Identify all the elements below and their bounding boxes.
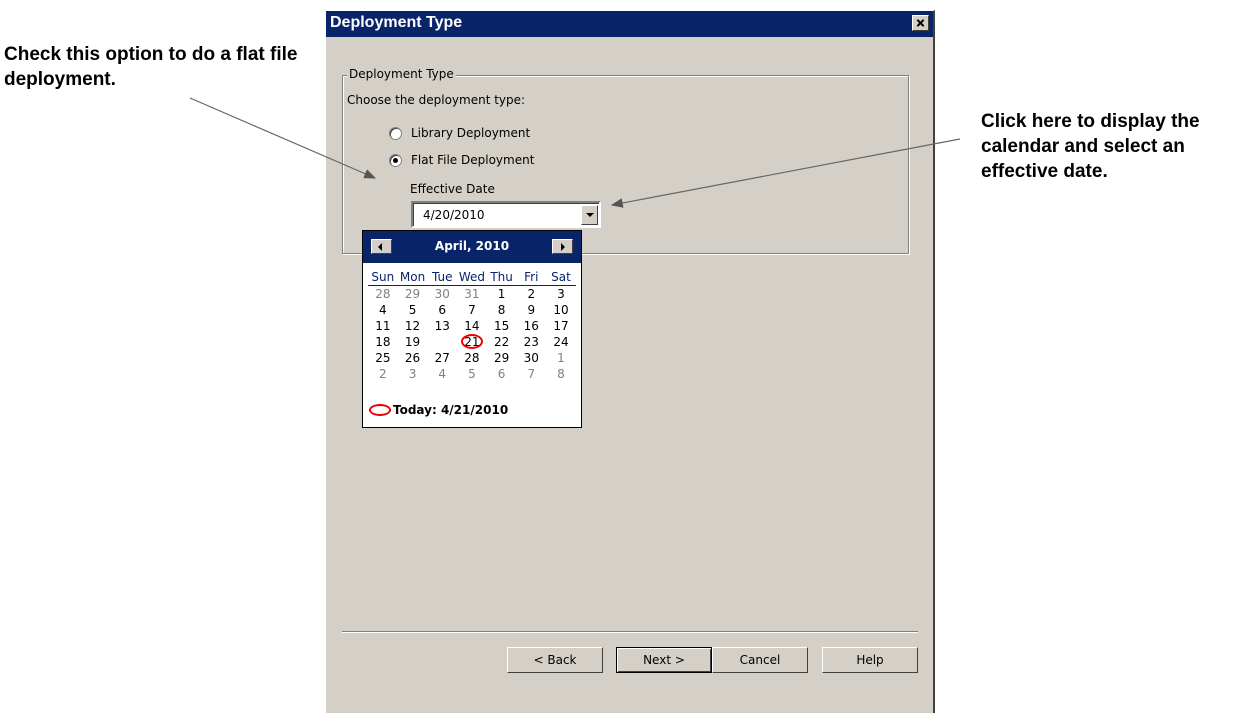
calendar-day[interactable]: 29: [398, 287, 428, 301]
weekday-label: Tue: [431, 270, 453, 284]
calendar-day[interactable]: 16: [516, 319, 546, 333]
calendar-day[interactable]: 19: [398, 335, 428, 349]
calendar-day[interactable]: 4: [368, 303, 398, 317]
weekday-label: Fri: [524, 270, 539, 284]
today-link[interactable]: Today: 4/21/2010: [369, 403, 508, 417]
calendar-week-row: 25 26 27 28 29 30 1: [368, 350, 576, 366]
calendar-day[interactable]: 1: [546, 351, 576, 365]
calendar-day[interactable]: 14: [457, 319, 487, 333]
calendar-day[interactable]: 3: [546, 287, 576, 301]
calendar-week-row: 2345678: [368, 366, 576, 382]
weekday-header-row: Sun Mon Tue Wed Thu Fri Sat: [368, 269, 576, 286]
calendar-day[interactable]: 15: [487, 319, 517, 333]
deployment-type-dialog: Deployment Type Deployment Type Choose t…: [325, 10, 935, 713]
weekday-label: Sun: [371, 270, 395, 284]
effective-date-value[interactable]: 4/20/2010: [423, 208, 485, 222]
calendar-day[interactable]: 25: [368, 351, 398, 365]
weekday-label: Wed: [458, 270, 485, 284]
weekday-label: Thu: [490, 270, 513, 284]
title-bar: Deployment Type: [326, 11, 933, 37]
dialog-title: Deployment Type: [330, 14, 463, 31]
today-label: Today: 4/21/2010: [393, 403, 509, 417]
today-circle-icon: [369, 404, 391, 416]
calendar-day[interactable]: 23: [516, 335, 546, 349]
calendar-day[interactable]: 11: [368, 319, 398, 333]
calendar-day[interactable]: 5: [457, 367, 487, 381]
effective-date-picker[interactable]: 4/20/2010: [411, 201, 601, 228]
calendar-day[interactable]: 1: [487, 287, 517, 301]
calendar-day[interactable]: 9: [516, 303, 546, 317]
chevron-down-icon[interactable]: [581, 205, 598, 225]
effective-date-label: Effective Date: [410, 182, 495, 196]
calendar-day[interactable]: 30: [516, 351, 546, 365]
prompt-label: Choose the deployment type:: [347, 93, 526, 107]
calendar-day[interactable]: 3: [398, 367, 428, 381]
calendar-grid: Sun Mon Tue Wed Thu Fri Sat 28 29 30 31 1 2 3 4 5 6 7 8 9 1…: [368, 269, 576, 382]
calendar-day[interactable]: 2: [368, 367, 398, 381]
calendar-day[interactable]: 13: [427, 319, 457, 333]
radio-icon[interactable]: [389, 126, 402, 140]
radio-selected-icon[interactable]: [389, 153, 402, 167]
calendar-day[interactable]: 20: [427, 335, 457, 349]
radio-label: Flat File Deployment: [411, 153, 535, 167]
calendar-day[interactable]: 7: [457, 303, 487, 317]
calendar-day[interactable]: 27: [427, 351, 457, 365]
help-button[interactable]: Help: [822, 647, 918, 673]
calendar-day[interactable]: 10: [546, 303, 576, 317]
calendar-day[interactable]: 21: [457, 334, 487, 349]
calendar-day[interactable]: 8: [487, 303, 517, 317]
calendar-day[interactable]: 29: [487, 351, 517, 365]
next-month-icon[interactable]: [552, 239, 573, 254]
calendar-day[interactable]: 28: [457, 351, 487, 365]
calendar-month-label: April, 2010: [434, 239, 510, 253]
radio-library-deployment[interactable]: Library Deployment: [389, 126, 530, 140]
weekday-label: Sat: [551, 270, 571, 284]
callout-flat-file-note: Check this option to do a flat file depl…: [4, 44, 298, 90]
close-icon[interactable]: [912, 15, 929, 31]
calendar-day[interactable]: 12: [398, 319, 428, 333]
calendar-day[interactable]: 6: [427, 303, 457, 317]
weekday-label: Mon: [399, 270, 426, 284]
calendar-day[interactable]: 17: [546, 319, 576, 333]
calendar-day[interactable]: 8: [546, 367, 576, 381]
calendar-week-row: 4 5 6 7 8 9 10: [368, 302, 576, 318]
group-label: Deployment Type: [347, 67, 456, 81]
calendar-week-row: 18 19 20 21 22 23 24: [368, 334, 576, 350]
deployment-type-group: Deployment Type Choose the deployment ty…: [342, 67, 909, 254]
calendar-day[interactable]: 4: [427, 367, 457, 381]
back-button[interactable]: < Back: [507, 647, 603, 673]
calendar-day[interactable]: 5: [398, 303, 428, 317]
cancel-button[interactable]: Cancel: [712, 647, 808, 673]
calendar-day[interactable]: 7: [516, 367, 546, 381]
calendar-day[interactable]: 28: [368, 287, 398, 301]
calendar-day[interactable]: 24: [546, 335, 576, 349]
next-button[interactable]: Next >: [616, 647, 712, 673]
calendar-day[interactable]: 2: [516, 287, 546, 301]
radio-flat-file-deployment[interactable]: Flat File Deployment: [389, 153, 534, 167]
radio-label: Library Deployment: [411, 126, 531, 140]
calendar-day[interactable]: 31: [457, 287, 487, 301]
calendar-day[interactable]: 30: [427, 287, 457, 301]
separator: [342, 631, 918, 633]
calendar-week-row: 11 12 13 14 15 16 17: [368, 318, 576, 334]
callout-calendar-note: Click here to display the calendar and s…: [981, 111, 1200, 182]
calendar-week-row: 28 29 30 31 1 2 3: [368, 286, 576, 302]
calendar-popup: April, 2010 Sun Mon Tue Wed Thu Fri Sat 28 29 30…: [362, 230, 582, 428]
calendar-day[interactable]: 18: [368, 335, 398, 349]
calendar-day[interactable]: 22: [487, 335, 517, 349]
calendar-day[interactable]: 6: [487, 367, 517, 381]
calendar-day[interactable]: 26: [398, 351, 428, 365]
calendar-header: April, 2010: [363, 231, 581, 263]
